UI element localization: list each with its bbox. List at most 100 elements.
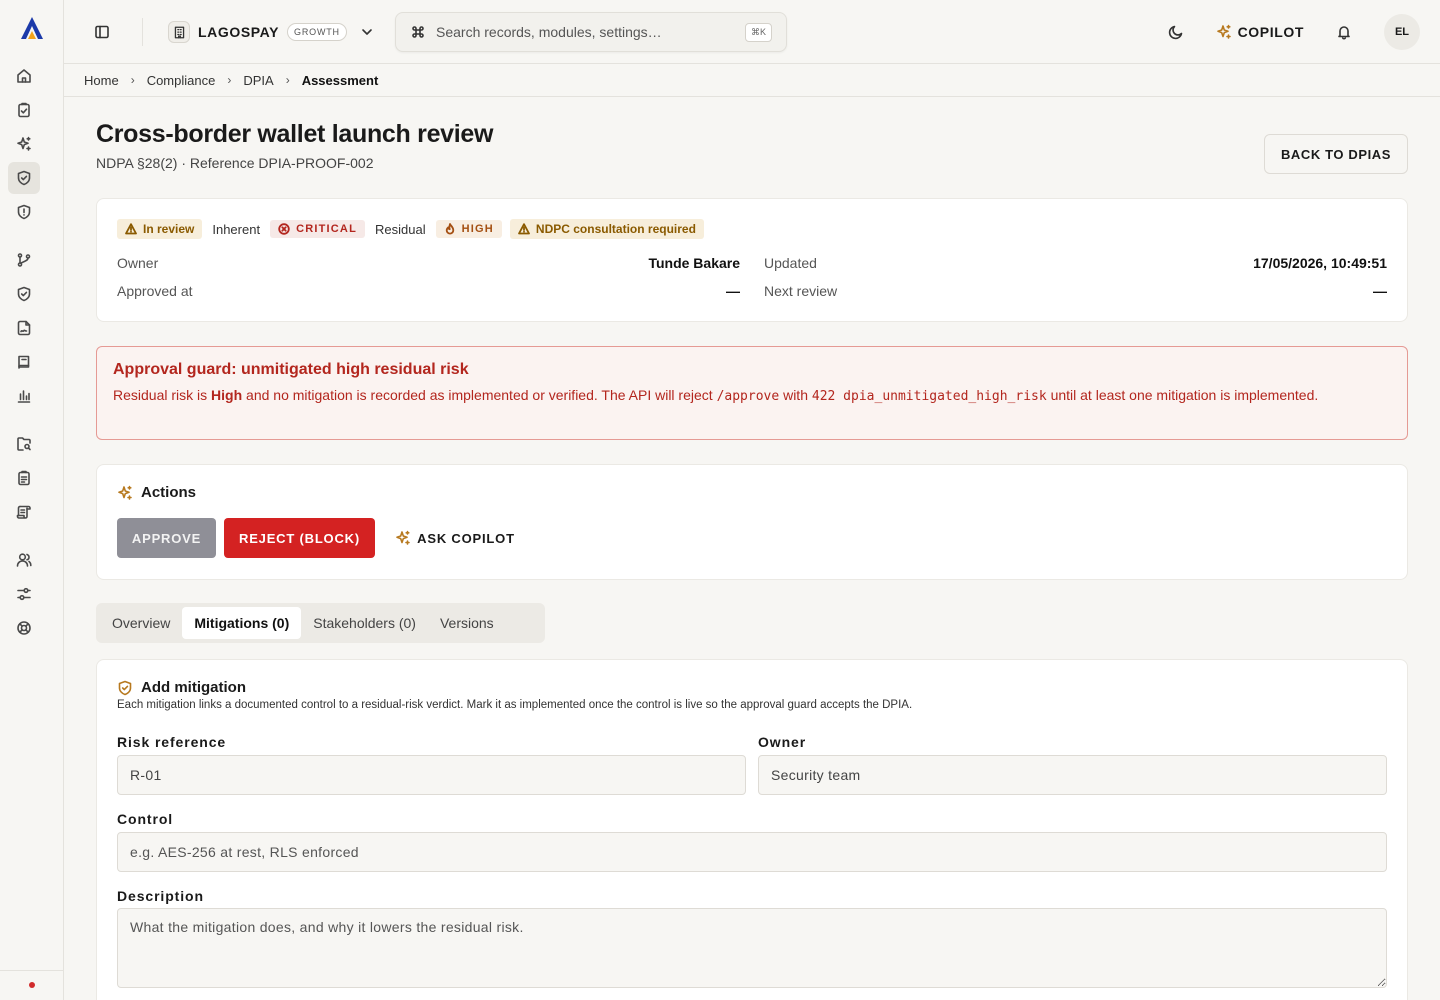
git-branch-icon <box>17 253 31 267</box>
residual-level-text: High <box>211 387 243 403</box>
chevron-right-icon: › <box>285 73 290 87</box>
home-icon <box>17 69 31 83</box>
sparkles-icon <box>17 136 31 151</box>
actions-heading: Actions <box>117 484 196 501</box>
breadcrumb-home[interactable]: Home <box>84 73 119 88</box>
owner-label: Owner <box>117 255 159 271</box>
nav-help[interactable] <box>8 612 40 644</box>
next-review-value: — <box>1373 283 1387 299</box>
risk-reference-input[interactable] <box>117 755 746 795</box>
nav-compliance[interactable] <box>8 162 40 194</box>
nav-records[interactable] <box>8 496 40 528</box>
approved-at-value: — <box>726 283 740 299</box>
top-bar: LAGOSPAY GROWTH Search records, modules,… <box>64 0 1440 64</box>
dpia-tabs: Overview Mitigations (0) Stakeholders (0… <box>96 603 545 643</box>
org-name: LAGOSPAY <box>198 24 280 40</box>
status-card: In review Inherent CRITICAL Residual HIG… <box>96 198 1408 322</box>
add-mitigation-card: Add mitigation Each mitigation links a d… <box>96 659 1408 1000</box>
clipboard-list-icon <box>18 470 30 486</box>
chevron-down-icon <box>362 29 372 35</box>
nav-security[interactable] <box>8 196 40 228</box>
alert-title: Approval guard: unmitigated high residua… <box>113 361 469 378</box>
residual-risk-badge: HIGH <box>435 220 502 238</box>
status-indicator-dot <box>29 982 35 988</box>
nav-settings[interactable] <box>8 578 40 610</box>
control-label: Control <box>117 811 174 827</box>
nav-home[interactable] <box>8 60 40 92</box>
tab-mitigations[interactable]: Mitigations (0) <box>182 607 302 639</box>
copilot-label: COPILOT <box>1237 24 1304 40</box>
next-review-label: Next review <box>764 283 838 299</box>
scroll-icon <box>16 505 31 519</box>
nav-data-flows[interactable] <box>8 244 40 276</box>
owner-input[interactable] <box>758 755 1387 795</box>
sidebar-toggle-button[interactable] <box>88 20 116 44</box>
residual-label: Residual <box>375 221 426 237</box>
approve-button[interactable]: APPROVE <box>117 518 216 558</box>
inherent-label: Inherent <box>212 221 261 237</box>
risk-reference-label: Risk reference <box>117 734 227 750</box>
nav-policies[interactable] <box>8 278 40 310</box>
description-label: Description <box>117 888 204 904</box>
notifications-button[interactable] <box>1332 20 1356 44</box>
shield-check-icon <box>118 680 132 695</box>
back-to-dpias-button[interactable]: BACK TO DPIAS <box>1264 134 1408 174</box>
org-switcher[interactable]: LAGOSPAY GROWTH <box>168 16 375 48</box>
life-buoy-icon <box>17 621 31 635</box>
nav-checklists[interactable] <box>8 462 40 494</box>
owner-field-label: Owner <box>758 734 807 750</box>
book-icon <box>18 355 30 369</box>
app-logo[interactable] <box>18 14 46 42</box>
control-input[interactable] <box>117 832 1387 872</box>
sparkles-icon <box>396 530 410 545</box>
shield-check-icon <box>17 286 31 302</box>
search-placeholder: Search records, modules, settings… <box>436 24 662 40</box>
alert-body: Residual risk is High and no mitigation … <box>113 387 1319 404</box>
breadcrumb-compliance[interactable]: Compliance <box>147 73 216 88</box>
global-search[interactable]: Search records, modules, settings… ⌘K <box>395 12 787 52</box>
inherent-risk-badge: CRITICAL <box>270 220 365 238</box>
nav-tasks[interactable] <box>8 94 40 126</box>
reject-button[interactable]: REJECT (BLOCK) <box>224 518 375 558</box>
panel-left-icon <box>95 25 109 39</box>
topbar-divider <box>142 18 143 46</box>
error-code: 422 dpia_unmitigated_high_risk <box>811 389 1047 404</box>
chevron-right-icon: › <box>227 73 232 87</box>
approval-guard-alert: Approval guard: unmitigated high residua… <box>96 346 1408 440</box>
chevron-right-icon: › <box>130 73 135 87</box>
actions-card: Actions APPROVE REJECT (BLOCK) ASK COPIL… <box>96 464 1408 580</box>
add-mitigation-description: Each mitigation links a documented contr… <box>117 699 913 711</box>
description-textarea[interactable] <box>117 908 1387 988</box>
approved-at-label: Approved at <box>117 283 193 299</box>
moon-icon <box>1168 25 1182 40</box>
tab-versions[interactable]: Versions <box>428 607 506 639</box>
org-plan-badge: GROWTH <box>287 23 347 41</box>
shield-alert-icon <box>17 204 31 220</box>
page-title: Cross-border wallet launch review <box>96 120 494 148</box>
copilot-button[interactable]: COPILOT <box>1216 24 1304 40</box>
nav-copilot[interactable] <box>8 128 40 160</box>
sliders-icon <box>17 587 31 601</box>
page-subtitle: NDPA §28(2) · Reference DPIA-PROOF-002 <box>96 155 374 171</box>
theme-toggle-button[interactable] <box>1164 20 1188 44</box>
breadcrumb-dpia[interactable]: DPIA <box>243 73 273 88</box>
tab-stakeholders[interactable]: Stakeholders (0) <box>301 607 428 639</box>
warning-icon <box>125 223 137 235</box>
add-mitigation-heading: Add mitigation <box>117 679 246 696</box>
topbar-actions: COPILOT EL <box>1164 14 1420 50</box>
nav-reports[interactable] <box>8 380 40 412</box>
breadcrumb: Home › Compliance › DPIA › Assessment <box>64 64 1440 97</box>
tab-overview[interactable]: Overview <box>100 607 182 639</box>
consultation-badge: NDPC consultation required <box>509 219 704 239</box>
status-badges: In review Inherent CRITICAL Residual HIG… <box>117 219 704 239</box>
updated-label: Updated <box>764 255 817 271</box>
owner-value: Tunde Bakare <box>648 255 740 271</box>
sidebar <box>0 0 64 1000</box>
file-signature-icon <box>17 320 31 336</box>
nav-registers[interactable] <box>8 346 40 378</box>
ask-copilot-button[interactable]: ASK COPILOT <box>393 518 517 558</box>
nav-people[interactable] <box>8 544 40 576</box>
nav-documents[interactable] <box>8 428 40 460</box>
nav-contracts[interactable] <box>8 312 40 344</box>
user-avatar[interactable]: EL <box>1384 14 1420 50</box>
